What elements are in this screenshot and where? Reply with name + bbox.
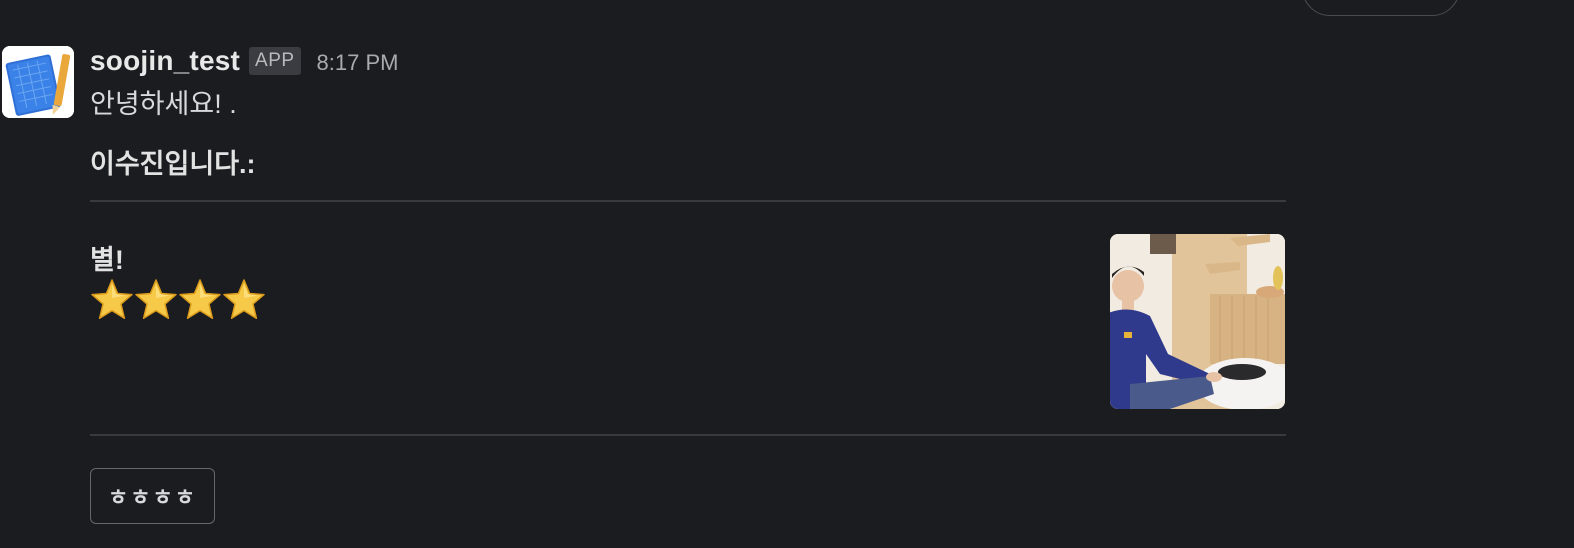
greeting-text: 안녕하세요! . <box>90 89 237 119</box>
section-thumbnail-image[interactable] <box>1110 234 1285 409</box>
section-title: 별! <box>90 245 124 275</box>
star-icon <box>179 279 221 320</box>
intro-text: 이수진입니다.: <box>90 149 256 179</box>
partial-top-button[interactable] <box>1302 0 1460 16</box>
slack-message-view: soojin_test APP 8:17 PM 안녕하세요! . 이수진입니다.… <box>0 0 1574 548</box>
star-icon <box>91 279 133 320</box>
star-icon <box>135 279 177 320</box>
divider <box>90 434 1286 436</box>
star-icon <box>223 279 265 320</box>
avatar[interactable] <box>2 46 74 118</box>
username[interactable]: soojin_test <box>90 45 240 77</box>
message-header: soojin_test APP 8:17 PM <box>90 40 1286 82</box>
section-block: 별! <box>90 202 1286 434</box>
action-button[interactable]: ㅎㅎㅎㅎ <box>90 468 215 524</box>
app-badge: APP <box>249 47 301 75</box>
star-rating <box>90 278 266 322</box>
timestamp[interactable]: 8:17 PM <box>317 50 399 76</box>
message: soojin_test APP 8:17 PM 안녕하세요! . 이수진입니다.… <box>90 40 1286 436</box>
